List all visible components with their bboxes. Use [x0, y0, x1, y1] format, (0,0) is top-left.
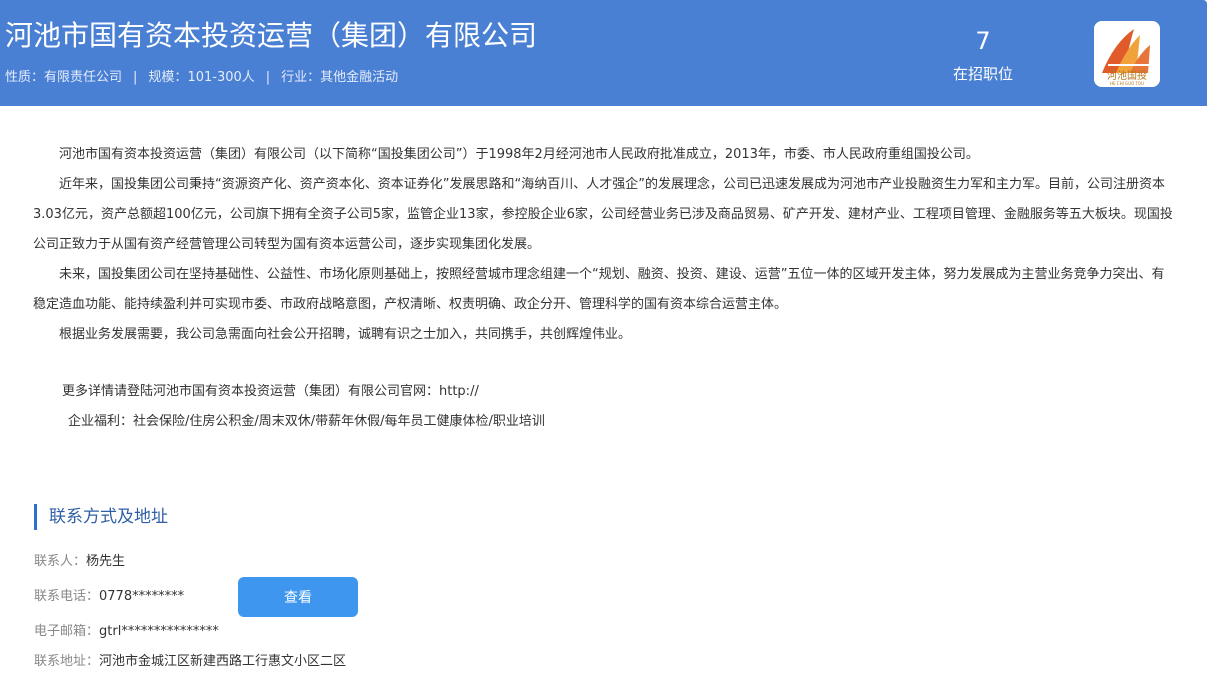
- company-logo: 河池国投 HE CHI GUO TOU: [1094, 21, 1160, 87]
- contact-phone-value: 0778********: [99, 589, 185, 604]
- company-meta: 性质：有限责任公司 | 规模：101-300人 | 行业：其他金融活动: [5, 68, 398, 88]
- description-paragraph: 近年来，国投集团公司秉持“资源资产化、资产资本化、资本证券化”发展思路和“海纳百…: [33, 177, 1173, 252]
- view-phone-button[interactable]: 查看: [238, 577, 358, 617]
- logo-subtext: HE CHI GUO TOU: [1110, 81, 1144, 86]
- welfare-line: 企业福利：社会保险/住房公积金/周末双休/带薪年休假/每年员工健康体检/职业培训: [68, 414, 545, 429]
- contact-email-label: 电子邮箱：: [34, 624, 100, 639]
- scale-value: 101-300人: [187, 70, 255, 85]
- meta-separator: |: [133, 70, 138, 85]
- contact-person-value: 杨先生: [86, 554, 126, 569]
- contact-email-value: gtrl***************: [99, 624, 219, 639]
- industry-value: 其他金融活动: [320, 70, 399, 85]
- contact-section-title: 联系方式及地址: [34, 504, 168, 530]
- contact-phone-label: 联系电话：: [34, 589, 100, 604]
- website-line: 更多详情请登陆河池市国有资本投资运营（集团）有限公司官网：http://: [62, 384, 479, 399]
- logo-icon: 河池国投 HE CHI GUO TOU: [1094, 21, 1160, 87]
- nature-label: 性质：: [5, 70, 45, 85]
- company-name: 河池市国有资本投资运营（集团）有限公司: [5, 19, 538, 52]
- contact-address-label: 联系地址：: [34, 654, 100, 669]
- meta-separator: |: [265, 70, 271, 85]
- description-paragraph: 河池市国有资本投资运营（集团）有限公司（以下简称“国投集团公司”）于1998年2…: [59, 147, 979, 162]
- contact-person-row: 联系人：杨先生: [34, 552, 125, 572]
- contact-phone-row: 联系电话：0778********: [34, 587, 184, 607]
- company-description: 河池市国有资本投资运营（集团）有限公司（以下简称“国投集团公司”）于1998年2…: [33, 140, 1173, 350]
- job-count-label[interactable]: 在招职位: [940, 63, 1026, 85]
- company-detail: 河池市国有资本投资运营（集团）有限公司（以下简称“国投集团公司”）于1998年2…: [0, 106, 1207, 683]
- description-paragraph: 未来，国投集团公司在坚持基础性、公益性、市场化原则基础上，按照经营城市理念组建一…: [33, 267, 1165, 312]
- company-header: 河池市国有资本投资运营（集团）有限公司 性质：有限责任公司 | 规模：101-300…: [0, 0, 1207, 106]
- nature-value: 有限责任公司: [44, 70, 123, 85]
- contact-address-row: 联系地址：河池市金城江区新建西路工行惠文小区二区: [34, 652, 346, 672]
- contact-address-value: 河池市金城江区新建西路工行惠文小区二区: [99, 654, 347, 669]
- contact-email-row: 电子邮箱：gtrl***************: [34, 622, 219, 642]
- contact-person-label: 联系人：: [34, 554, 87, 569]
- description-paragraph: 根据业务发展需要，我公司急需面向社会公开招聘，诚聘有识之士加入，共同携手，共创辉…: [59, 327, 632, 342]
- scale-label: 规模：: [148, 70, 188, 85]
- job-count[interactable]: 7: [940, 26, 1026, 56]
- industry-label: 行业：: [281, 70, 321, 85]
